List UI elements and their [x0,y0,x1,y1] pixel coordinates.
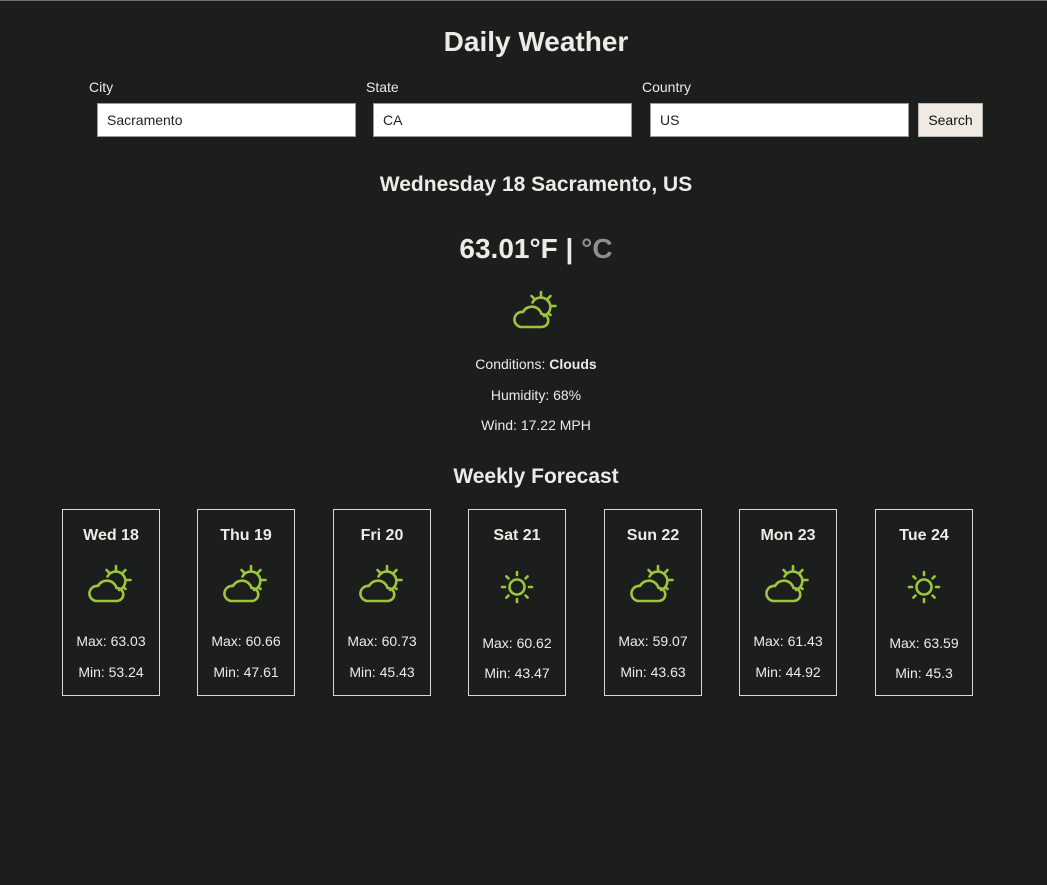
conditions-line: Conditions: Clouds [0,356,1047,372]
forecast-max: Max: 63.59 [889,635,959,651]
forecast-max: Max: 60.73 [347,633,417,649]
weekly-forecast-title: Weekly Forecast [453,465,619,488]
partly-cloudy-icon [513,290,557,329]
unit-separator: | [565,233,574,264]
state-label: State [366,79,399,95]
forecast-min: Min: 47.61 [213,664,279,680]
forecast-min: Min: 44.92 [755,664,821,680]
partly-cloudy-icon [765,564,809,603]
forecast-card-fri: Fri 20 Max: 60.73 Min: 45.43 [333,509,431,696]
forecast-day-name: Thu 19 [220,527,272,544]
forecast-min: Min: 45.3 [895,665,953,681]
current-temperature: 63.01°F [459,233,558,264]
partly-cloudy-icon [630,564,674,603]
sun-icon [907,570,941,604]
forecast-min: Min: 45.43 [349,664,415,680]
sun-icon [500,570,534,604]
forecast-max: Max: 59.07 [618,633,688,649]
humidity-line: Humidity: 68% [490,387,582,403]
forecast-min: Min: 43.63 [620,664,686,680]
forecast-max: Max: 60.62 [482,635,552,651]
celsius-toggle[interactable]: °C [581,233,612,264]
country-label: Country [642,79,692,95]
forecast-card-sun: Sun 22 Max: 59.07 Min: 43.63 [604,509,702,696]
conditions-label: Conditions: [475,356,546,372]
partly-cloudy-icon [359,564,403,603]
forecast-day-name: Tue 24 [899,527,949,544]
page-top-border [0,0,1047,1]
state-input[interactable] [373,103,632,137]
forecast-day-name: Mon 23 [760,527,816,544]
forecast-card-mon: Mon 23 Max: 61.43 Min: 44.92 [739,509,837,696]
city-input[interactable] [97,103,356,137]
city-label: City [89,79,114,95]
forecast-day-name: Sat 21 [493,527,541,544]
forecast-card-wed: Wed 18 Max: 63.03 Min: 53.24 [62,509,160,696]
forecast-card-sat: Sat 21 Max: 60.62 Min: 43.47 [468,509,566,696]
country-input[interactable] [650,103,909,137]
forecast-day-name: Fri 20 [360,527,404,544]
wind-line: Wind: 17.22 MPH [481,417,591,433]
forecast-min: Min: 53.24 [78,664,144,680]
partly-cloudy-icon [223,564,267,603]
forecast-min: Min: 43.47 [484,665,550,681]
current-date-location: Wednesday 18 Sacramento, US [379,173,693,196]
current-temperature-row: 63.01°F | °C [0,233,1047,265]
forecast-card-tue: Tue 24 Max: 63.59 Min: 45.3 [875,509,973,696]
app-title: Daily Weather [443,26,629,57]
forecast-max: Max: 61.43 [753,633,823,649]
search-button[interactable]: Search [918,103,983,137]
forecast-max: Max: 63.03 [76,633,146,649]
forecast-card-thu: Thu 19 Max: 60.66 Min: 47.61 [197,509,295,696]
forecast-max: Max: 60.66 [211,633,281,649]
partly-cloudy-icon [88,564,132,603]
conditions-value: Clouds [549,356,597,372]
forecast-day-name: Sun 22 [626,527,680,544]
forecast-day-name: Wed 18 [83,527,139,544]
